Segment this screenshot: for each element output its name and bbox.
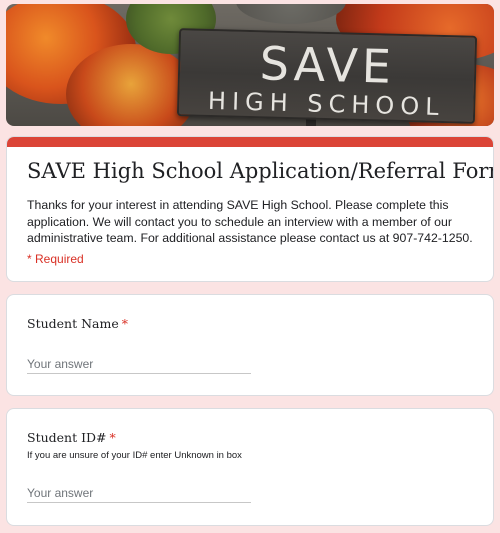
header-banner-image: SAVE HIGH SCHOOL — [6, 4, 494, 126]
form-title-card: SAVE High School Application/Referral Fo… — [6, 136, 494, 282]
required-star: * — [121, 316, 128, 331]
required-note: * Required — [27, 252, 84, 266]
question-help-text: If you are unsure of your ID# enter Unkn… — [27, 450, 242, 461]
school-sign: SAVE HIGH SCHOOL — [176, 28, 478, 124]
question-label-text: Student Name — [27, 316, 119, 331]
student-id-input[interactable] — [27, 483, 251, 503]
question-label: Student ID# * — [27, 430, 116, 445]
required-star: * — [109, 430, 116, 445]
question-card-student-name: Student Name * — [6, 294, 494, 396]
question-label: Student Name * — [27, 316, 128, 331]
student-name-input[interactable] — [27, 354, 251, 374]
form-description: Thanks for your interest in attending SA… — [27, 198, 473, 245]
title-accent-bar — [7, 137, 493, 147]
question-label-text: Student ID# — [27, 430, 107, 445]
question-card-student-id: Student ID# * If you are unsure of your I… — [6, 408, 494, 526]
form-title: SAVE High School Application/Referral Fo… — [27, 159, 494, 183]
